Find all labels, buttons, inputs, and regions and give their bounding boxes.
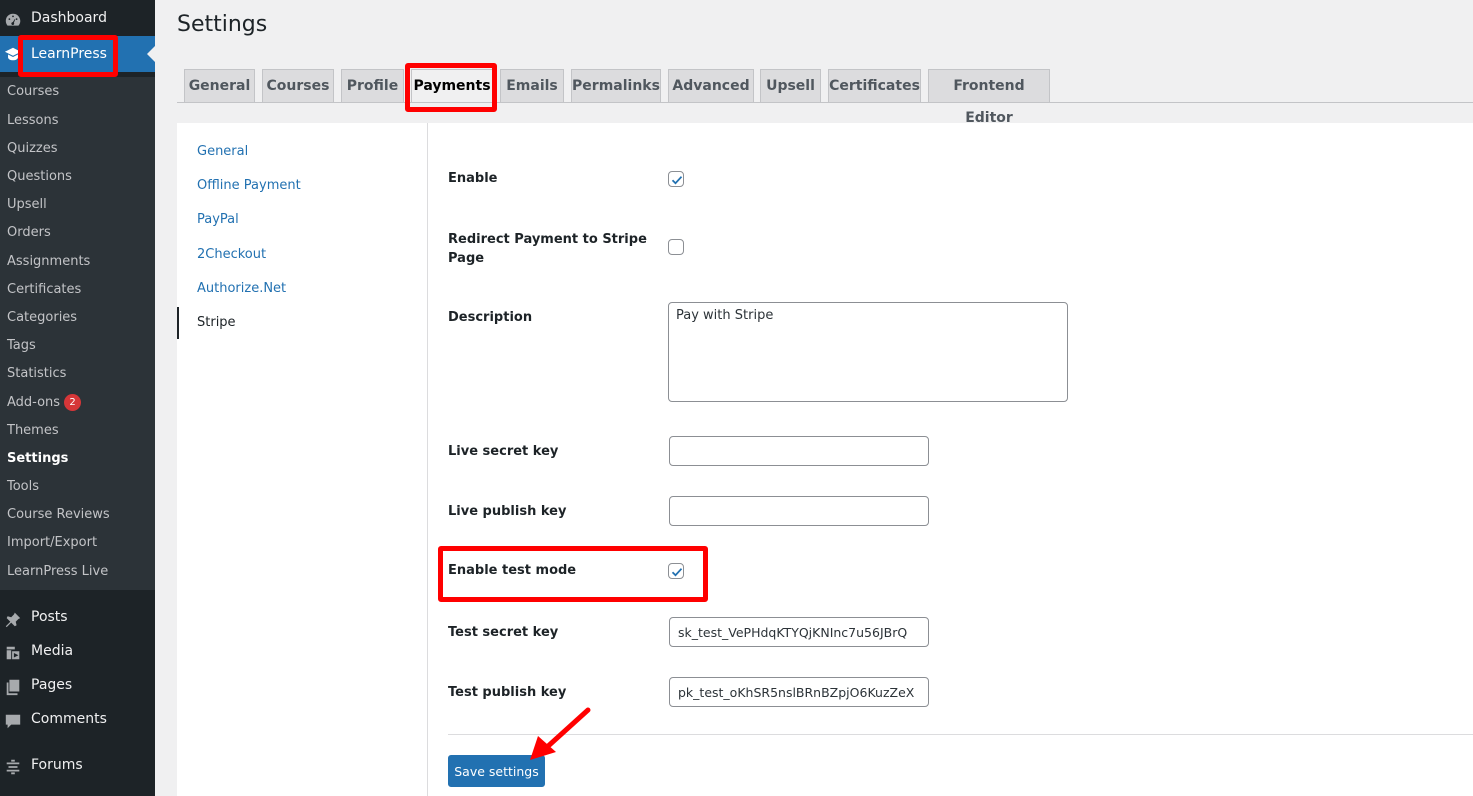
- menu-dashboard[interactable]: Dashboard: [0, 3, 155, 37]
- menu-pages[interactable]: Pages: [0, 670, 155, 704]
- comment-icon: [5, 714, 21, 729]
- tab-general[interactable]: General: [184, 69, 255, 102]
- forums-icon: [6, 759, 20, 775]
- form-divider: [448, 734, 1473, 735]
- redirect-checkbox[interactable]: [668, 239, 684, 255]
- menu-learnpress[interactable]: LearnPress: [0, 36, 155, 72]
- dashboard-icon: [5, 13, 21, 26]
- redirect-label-line1: Redirect Payment to Stripe: [448, 232, 647, 247]
- test-secret-key-label: Test secret key: [448, 625, 559, 640]
- graduation-cap-icon: [4, 47, 21, 61]
- test-publish-key-input[interactable]: [669, 677, 929, 707]
- submenu-tools[interactable]: Tools: [7, 479, 39, 494]
- submenu-certificates[interactable]: Certificates: [7, 282, 81, 297]
- payment-gateway-nav: General Offline Payment PayPal 2Checkout…: [177, 123, 428, 796]
- submenu-orders[interactable]: Orders: [7, 225, 51, 240]
- submenu-assignments[interactable]: Assignments: [7, 254, 90, 269]
- active-nav-indicator: [177, 307, 179, 339]
- submenu-import-export[interactable]: Import/Export: [7, 535, 97, 550]
- submenu-addons-label: Add-ons: [7, 395, 61, 410]
- learnpress-submenu: Courses Lessons Quizzes Questions Upsell…: [0, 77, 155, 590]
- tab-payments[interactable]: Payments: [411, 69, 493, 102]
- addons-count-badge: 2: [64, 394, 82, 411]
- menu-posts-label: Posts: [31, 609, 68, 625]
- tab-permalinks[interactable]: Permalinks: [571, 69, 661, 102]
- enable-label: Enable: [448, 171, 498, 186]
- tab-certificates[interactable]: Certificates: [828, 69, 921, 102]
- tab-upsell[interactable]: Upsell: [760, 69, 821, 102]
- checkmark-icon: [671, 176, 683, 185]
- payment-nav-general[interactable]: General: [197, 144, 248, 159]
- submenu-statistics[interactable]: Statistics: [7, 366, 66, 381]
- checkmark-icon: [671, 568, 683, 577]
- pushpin-icon: [5, 611, 21, 628]
- menu-dashboard-label: Dashboard: [31, 10, 107, 26]
- menu-posts[interactable]: Posts: [0, 602, 155, 636]
- payment-nav-paypal[interactable]: PayPal: [197, 212, 239, 227]
- test-secret-key-input[interactable]: [669, 617, 929, 647]
- menu-learnpress-label: LearnPress: [31, 46, 107, 62]
- submenu-courses[interactable]: Courses: [7, 84, 59, 99]
- page-title: Settings: [177, 12, 268, 37]
- submenu-addons[interactable]: Add-ons 2: [7, 394, 82, 411]
- submenu-themes[interactable]: Themes: [7, 423, 59, 438]
- payment-nav-offline-payment[interactable]: Offline Payment: [197, 178, 301, 193]
- menu-forums-label: Forums: [31, 757, 83, 773]
- submenu-questions[interactable]: Questions: [7, 169, 72, 184]
- payment-nav-2checkout[interactable]: 2Checkout: [197, 247, 266, 262]
- menu-comments[interactable]: Comments: [0, 704, 155, 738]
- media-icon: [6, 646, 20, 660]
- submenu-tags[interactable]: Tags: [7, 338, 36, 353]
- submenu-course-reviews[interactable]: Course Reviews: [7, 507, 110, 522]
- menu-pages-label: Pages: [31, 677, 73, 693]
- payment-nav-stripe[interactable]: Stripe: [197, 315, 236, 330]
- tabs-divider: [177, 102, 1473, 103]
- description-textarea[interactable]: Pay with Stripe: [668, 302, 1068, 402]
- description-label: Description: [448, 310, 533, 325]
- admin-sidebar: Dashboard LearnPress Courses Lessons Qui…: [0, 0, 155, 796]
- pages-icon: [6, 679, 20, 696]
- tab-profile[interactable]: Profile: [341, 69, 404, 102]
- live-publish-key-input[interactable]: [669, 496, 929, 526]
- live-secret-key-label: Live secret key: [448, 444, 559, 459]
- submenu-upsell[interactable]: Upsell: [7, 197, 47, 212]
- menu-media[interactable]: Media: [0, 636, 155, 670]
- submenu-learnpress-live[interactable]: LearnPress Live: [7, 564, 108, 579]
- redirect-label-line2: Page: [448, 251, 485, 266]
- test-mode-checkbox[interactable]: [668, 563, 684, 579]
- tab-emails[interactable]: Emails: [500, 69, 564, 102]
- live-secret-key-input[interactable]: [669, 436, 929, 466]
- submenu-lessons[interactable]: Lessons: [7, 113, 59, 128]
- annotation-arrow-icon: [530, 707, 591, 760]
- tab-courses[interactable]: Courses: [262, 69, 334, 102]
- menu-comments-label: Comments: [31, 711, 107, 727]
- submenu-categories[interactable]: Categories: [7, 310, 77, 325]
- live-publish-key-label: Live publish key: [448, 504, 567, 519]
- menu-media-label: Media: [31, 643, 74, 659]
- submenu-quizzes[interactable]: Quizzes: [7, 141, 58, 156]
- tab-frontend-editor[interactable]: Frontend Editor: [928, 69, 1050, 126]
- current-menu-arrow: [147, 46, 155, 62]
- payment-nav-authorize-net[interactable]: Authorize.Net: [197, 281, 286, 296]
- submenu-settings[interactable]: Settings: [7, 451, 68, 466]
- test-mode-label: Enable test mode: [448, 563, 577, 578]
- menu-forums[interactable]: Forums: [0, 750, 155, 784]
- redirect-label: Redirect Payment to Stripe Page: [448, 230, 647, 268]
- tab-advanced[interactable]: Advanced: [668, 69, 754, 102]
- settings-content: General Offline Payment PayPal 2Checkout…: [177, 123, 1473, 796]
- enable-checkbox[interactable]: [668, 171, 684, 187]
